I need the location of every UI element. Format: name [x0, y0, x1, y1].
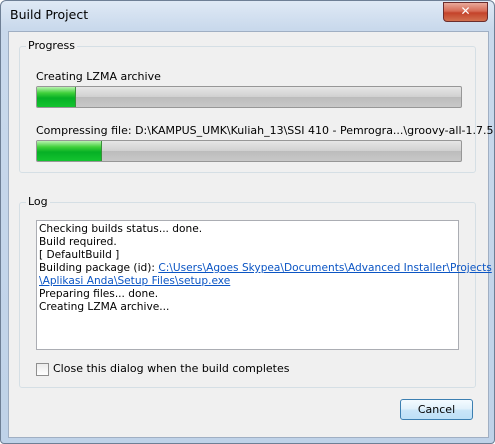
title-bar[interactable]: Build Project ✕ [1, 1, 494, 31]
log-line-prefix: Building package (id): [39, 262, 159, 274]
file-progress-fill [37, 141, 102, 161]
close-when-done-checkbox[interactable] [36, 363, 49, 376]
build-project-window: Build Project ✕ Progress Creating LZMA a… [0, 0, 495, 444]
file-progress-bar [36, 140, 462, 162]
task-caption: Creating LZMA archive [36, 70, 161, 83]
close-button[interactable]: ✕ [443, 2, 488, 22]
log-line: Build required. [39, 236, 117, 248]
task-progress-fill [37, 87, 77, 107]
package-path-link[interactable]: C:\Users\Agoes Skypea\Documents\Advanced… [158, 262, 491, 274]
window-title: Build Project [10, 7, 89, 22]
log-line: Creating LZMA archive... [39, 301, 170, 313]
cancel-button[interactable]: Cancel [400, 399, 473, 420]
log-line: Checking builds status... done. [39, 223, 203, 235]
log-textbox[interactable]: Checking builds status... done. Build re… [36, 220, 492, 350]
task-progress-bar [36, 86, 462, 108]
package-path-link-continued[interactable]: \Aplikasi Anda\Setup Files\setup.exe [39, 275, 230, 287]
log-group-label: Log [26, 195, 50, 208]
file-caption: Compressing file: D:\KAMPUS_UMK\Kuliah_1… [36, 124, 495, 137]
dialog-body: Progress Creating LZMA archive Compressi… [8, 31, 494, 438]
log-line: \Aplikasi Anda\Setup Files\setup.exe [39, 275, 458, 288]
close-when-done-label[interactable]: Close this dialog when the build complet… [53, 362, 289, 375]
log-line: [ DefaultBuild ] [39, 249, 120, 261]
log-line: Preparing files... done. [39, 288, 159, 300]
log-line: Building package (id): C:\Users\Agoes Sk… [39, 262, 492, 275]
close-icon: ✕ [460, 4, 471, 18]
progress-group-label: Progress [26, 39, 77, 52]
